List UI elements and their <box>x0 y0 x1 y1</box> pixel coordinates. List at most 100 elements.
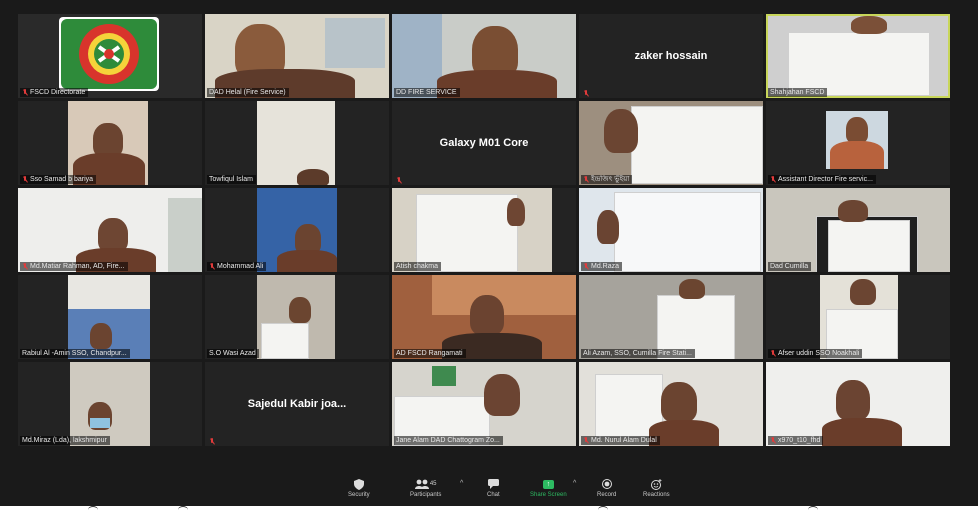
share-screen-button[interactable]: ↑ Share Screen <box>530 476 567 498</box>
page-strip <box>0 506 978 513</box>
participant-tile[interactable]: S.O Wasi Azad <box>205 275 389 359</box>
participant-tile[interactable]: ইন্দ্রজিৎ ভুঁইয়া <box>579 101 763 185</box>
participants-chevron-up-icon[interactable]: ^ <box>460 480 463 487</box>
participant-tile[interactable]: Afser uddin SSO Noakhali <box>766 275 950 359</box>
chat-button[interactable]: Chat <box>487 476 500 498</box>
mic-muted-icon <box>209 263 215 270</box>
participant-tile[interactable]: Sso Samad b bariya <box>18 101 202 185</box>
participants-label: Participants <box>410 492 442 498</box>
shield-icon <box>353 476 364 492</box>
video-person <box>679 279 705 299</box>
participant-tile[interactable]: zaker hossain <box>579 14 763 98</box>
participant-tile[interactable]: Assistant Director Fire servic... <box>766 101 950 185</box>
video-paper <box>416 194 518 272</box>
participant-name <box>394 177 407 184</box>
share-screen-icon: ↑ <box>542 476 554 492</box>
participant-tile-active-speaker[interactable]: Shahjahan FSCD <box>766 14 950 98</box>
video-frame <box>70 362 150 446</box>
video-person <box>93 123 123 157</box>
participant-tile[interactable]: Galaxy M01 Core <box>392 101 576 185</box>
zoom-meeting-window: FSCD Directorate DAD Helal (Fire Service… <box>0 0 978 506</box>
participant-name: FSCD Directorate <box>20 88 89 97</box>
record-button[interactable]: Record <box>597 476 616 498</box>
participant-tile[interactable]: Atish chakma <box>392 188 576 272</box>
video-paper <box>828 220 910 272</box>
participant-name <box>581 90 594 97</box>
video-person <box>90 323 112 349</box>
reactions-button[interactable]: Reactions <box>643 476 670 498</box>
participant-name: Afser uddin SSO Noakhali <box>768 349 863 358</box>
participant-tile[interactable]: DD FIRE SERVICE <box>392 14 576 98</box>
participant-tile[interactable]: Dad Cumilla <box>766 188 950 272</box>
video-person <box>470 295 504 335</box>
video-person <box>297 169 329 185</box>
video-person <box>850 279 876 305</box>
logo-image <box>59 17 159 91</box>
participant-tile[interactable]: Sajedul Kabir joa... <box>205 362 389 446</box>
video-paper <box>614 192 761 272</box>
video-person <box>484 374 520 416</box>
participant-name <box>207 438 220 445</box>
video-paper <box>631 106 763 184</box>
participant-name: Dad Cumilla <box>768 262 812 271</box>
participants-icon: 45 <box>414 476 437 492</box>
participant-name: Md. Nurul Alam Dulal <box>581 436 660 445</box>
participant-name: S.O Wasi Azad <box>207 349 259 358</box>
security-label: Security <box>348 492 370 498</box>
emoji-icon <box>650 476 662 492</box>
video-person <box>836 380 870 420</box>
participant-name: Ali Azam, SSO, Cumilla Fire Stati... <box>581 349 695 358</box>
participant-name: Assistant Director Fire servic... <box>768 175 876 184</box>
participant-display-name: Sajedul Kabir joa... <box>247 398 347 410</box>
mic-muted-icon <box>583 176 589 183</box>
chat-icon <box>487 476 499 492</box>
participants-button[interactable]: 45 Participants <box>410 476 441 498</box>
participant-tile[interactable]: AD FSCD Rangamati <box>392 275 576 359</box>
participant-tile[interactable]: FSCD Directorate <box>18 14 202 98</box>
meeting-toolbar: Security 45 Participants ^ Chat ↑ Share … <box>0 474 978 506</box>
participant-display-name: Galaxy M01 Core <box>439 137 529 149</box>
participant-tile[interactable]: DAD Helal (Fire Service) <box>205 14 389 98</box>
video-person <box>604 109 638 153</box>
participant-name: Md.Raza <box>581 262 623 271</box>
participant-tile[interactable]: Towfiqul Islam <box>205 101 389 185</box>
participant-tile[interactable]: Md. Nurul Alam Dulal <box>579 362 763 446</box>
mic-muted-icon <box>22 263 28 270</box>
participant-tile[interactable]: Ali Azam, SSO, Cumilla Fire Stati... <box>579 275 763 359</box>
participant-tile[interactable]: x970_t10_fhd <box>766 362 950 446</box>
mic-muted-icon <box>770 437 776 444</box>
participant-tile[interactable]: Md.Matiar Rahman, AD, Fire... <box>18 188 202 272</box>
participant-tile[interactable]: Jane Alam DAD Chattogram Zo... <box>392 362 576 446</box>
participant-name: DAD Helal (Fire Service) <box>207 88 289 97</box>
participant-name: Mohammad Ali <box>207 262 267 271</box>
participant-tile[interactable]: Mohammad Ali <box>205 188 389 272</box>
participant-name: AD FSCD Rangamati <box>394 349 466 358</box>
share-screen-chevron-up-icon[interactable]: ^ <box>573 480 576 487</box>
video-background <box>325 18 385 68</box>
mic-muted-icon <box>583 90 589 97</box>
participant-tile[interactable]: Md.Miraz (Lda), lakshmipur <box>18 362 202 446</box>
participant-name: Rabiul Al -Amin SSO, Chandpur... <box>20 349 130 358</box>
participant-name: Sso Samad b bariya <box>20 175 97 184</box>
participants-count: 45 <box>429 481 437 487</box>
record-icon <box>601 476 612 492</box>
participant-name: x970_t10_fhd <box>768 436 824 445</box>
participant-tile[interactable]: Rabiul Al -Amin SSO, Chandpur... <box>18 275 202 359</box>
participant-name: Jane Alam DAD Chattogram Zo... <box>394 436 503 445</box>
security-button[interactable]: Security <box>348 476 370 498</box>
participant-name: Towfiqul Islam <box>207 175 256 184</box>
participant-name: Shahjahan FSCD <box>768 88 828 97</box>
participant-tile[interactable]: Md.Raza <box>579 188 763 272</box>
share-screen-label: Share Screen <box>530 492 567 498</box>
video-person <box>661 382 697 422</box>
participant-name: Md.Miraz (Lda), lakshmipur <box>20 436 110 445</box>
participant-name: Atish chakma <box>394 262 442 271</box>
mic-muted-icon <box>583 437 589 444</box>
mic-muted-icon <box>22 89 28 96</box>
mic-muted-icon <box>583 263 589 270</box>
participant-name: DD FIRE SERVICE <box>394 88 460 97</box>
video-person <box>507 198 525 226</box>
record-label: Record <box>597 492 617 498</box>
video-person <box>289 297 311 323</box>
mic-muted-icon <box>770 176 776 183</box>
